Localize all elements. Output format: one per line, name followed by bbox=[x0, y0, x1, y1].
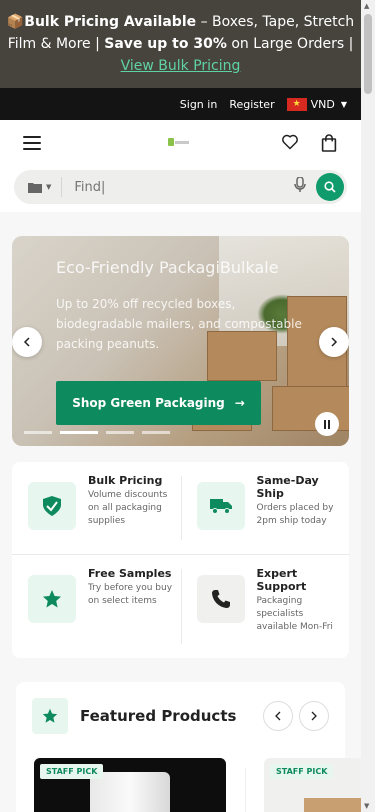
shop-green-packaging-button[interactable]: Shop Green Packaging → bbox=[56, 381, 261, 425]
chevron-right-icon bbox=[331, 337, 338, 347]
search-bar: ▼ bbox=[14, 170, 347, 204]
feature-desc: Try before you buy on select items bbox=[88, 583, 173, 606]
box-image bbox=[304, 798, 361, 812]
chevron-right-icon bbox=[311, 711, 317, 721]
hero-section: Eco-Friendly PackagiBulkale Up to 20% of… bbox=[0, 212, 361, 462]
feature-free-samples: Free Samples Try before you buy on selec… bbox=[12, 555, 181, 658]
announcement-text-2: on Large Orders | bbox=[226, 36, 354, 52]
feature-desc: Packaging specialists available Mon-Fri bbox=[256, 596, 333, 632]
hero-title: Eco-Friendly PackagiBulkale bbox=[56, 258, 279, 277]
feature-title: Free Samples bbox=[88, 567, 172, 580]
announcement-bar: 📦Bulk Pricing Available – Boxes, Tape, S… bbox=[0, 0, 361, 88]
features-grid: Bulk Pricing Volume discounts on all pac… bbox=[12, 462, 349, 658]
feature-title: Bulk Pricing bbox=[88, 474, 163, 487]
category-dropdown[interactable]: ▼ bbox=[28, 177, 63, 197]
view-bulk-pricing-link[interactable]: View Bulk Pricing bbox=[121, 58, 241, 74]
truck-icon bbox=[196, 482, 245, 530]
arrow-right-icon: → bbox=[234, 396, 245, 410]
vietnam-flag-icon: ★ bbox=[286, 97, 307, 111]
hero-prev-button[interactable] bbox=[12, 327, 42, 357]
shield-check-icon bbox=[28, 482, 76, 530]
hero-next-button[interactable] bbox=[319, 327, 349, 357]
divider bbox=[245, 768, 246, 812]
currency-label: VND bbox=[310, 97, 335, 111]
menu-icon[interactable] bbox=[23, 136, 41, 150]
hero-cta-label: Shop Green Packaging bbox=[72, 396, 225, 410]
page: 📦Bulk Pricing Available – Boxes, Tape, S… bbox=[0, 0, 361, 812]
slide-dot-active[interactable] bbox=[60, 431, 98, 434]
microphone-icon[interactable] bbox=[294, 176, 306, 197]
signin-link[interactable]: Sign in bbox=[180, 98, 218, 111]
feature-title: Expert Support bbox=[256, 567, 307, 593]
cart-bag-icon[interactable] bbox=[321, 134, 337, 156]
product-card-image[interactable]: STAFF PICK bbox=[34, 758, 226, 812]
search-button[interactable] bbox=[316, 173, 344, 201]
feature-bulk-pricing: Bulk Pricing Volume discounts on all pac… bbox=[12, 462, 181, 555]
chevron-left-icon bbox=[23, 337, 30, 347]
feature-title: Same-Day Ship bbox=[256, 474, 319, 500]
phone-icon bbox=[196, 575, 245, 623]
chevron-down-icon: ▼ bbox=[46, 183, 52, 191]
star-icon bbox=[28, 575, 76, 623]
announcement-save: Save up to 30% bbox=[104, 36, 227, 52]
search-input[interactable] bbox=[62, 179, 294, 195]
chevron-left-icon bbox=[275, 711, 281, 721]
featured-title: Featured Products bbox=[80, 707, 237, 725]
staff-pick-badge: STAFF PICK bbox=[270, 764, 334, 779]
feature-expert-support: Expert Support Packaging specialists ava… bbox=[180, 555, 350, 658]
currency-selector[interactable]: ★ VND ▼ bbox=[286, 97, 347, 111]
featured-prev-button[interactable] bbox=[263, 701, 293, 731]
feature-desc: Orders placed by 2pm ship today bbox=[256, 503, 334, 526]
search-section: ▼ bbox=[0, 166, 361, 212]
hero-pause-button[interactable] bbox=[315, 412, 339, 436]
scroll-up-arrow-icon[interactable]: ▲ bbox=[364, 2, 369, 10]
package-emoji: 📦 bbox=[6, 14, 25, 30]
wishlist-heart-icon[interactable] bbox=[281, 134, 299, 156]
site-header bbox=[0, 120, 361, 166]
hero-banner: Eco-Friendly PackagiBulkale Up to 20% of… bbox=[12, 236, 349, 446]
site-logo[interactable] bbox=[168, 136, 190, 148]
account-bar: Sign in Register ★ VND ▼ bbox=[0, 88, 361, 120]
staff-pick-badge: STAFF PICK bbox=[40, 764, 104, 779]
product-card-image[interactable]: STAFF PICK bbox=[264, 758, 361, 812]
hero-slide-indicators bbox=[24, 431, 170, 434]
scroll-down-arrow-icon[interactable]: ▼ bbox=[364, 802, 369, 810]
folder-icon bbox=[28, 183, 42, 193]
featured-header: Featured Products bbox=[16, 682, 345, 734]
feature-same-day-ship: Same-Day Ship Orders placed by 2pm ship … bbox=[180, 462, 349, 555]
star-icon bbox=[32, 698, 68, 734]
chevron-down-icon: ▼ bbox=[340, 99, 347, 109]
featured-next-button[interactable] bbox=[299, 701, 329, 731]
register-link[interactable]: Register bbox=[229, 98, 274, 111]
slide-dot[interactable] bbox=[24, 431, 52, 434]
announcement-lead: Bulk Pricing Available bbox=[24, 14, 197, 30]
scrollbar-thumb[interactable] bbox=[364, 14, 372, 94]
feature-desc: Volume discounts on all packaging suppli… bbox=[88, 490, 168, 526]
hero-subtitle: Up to 20% off recycled boxes, biodegrada… bbox=[56, 297, 302, 351]
pause-icon bbox=[324, 419, 330, 429]
search-icon bbox=[324, 181, 336, 193]
slide-dot[interactable] bbox=[106, 431, 134, 434]
slide-dot[interactable] bbox=[142, 431, 170, 434]
page-scrollbar[interactable]: ▲ ▼ bbox=[361, 0, 375, 812]
